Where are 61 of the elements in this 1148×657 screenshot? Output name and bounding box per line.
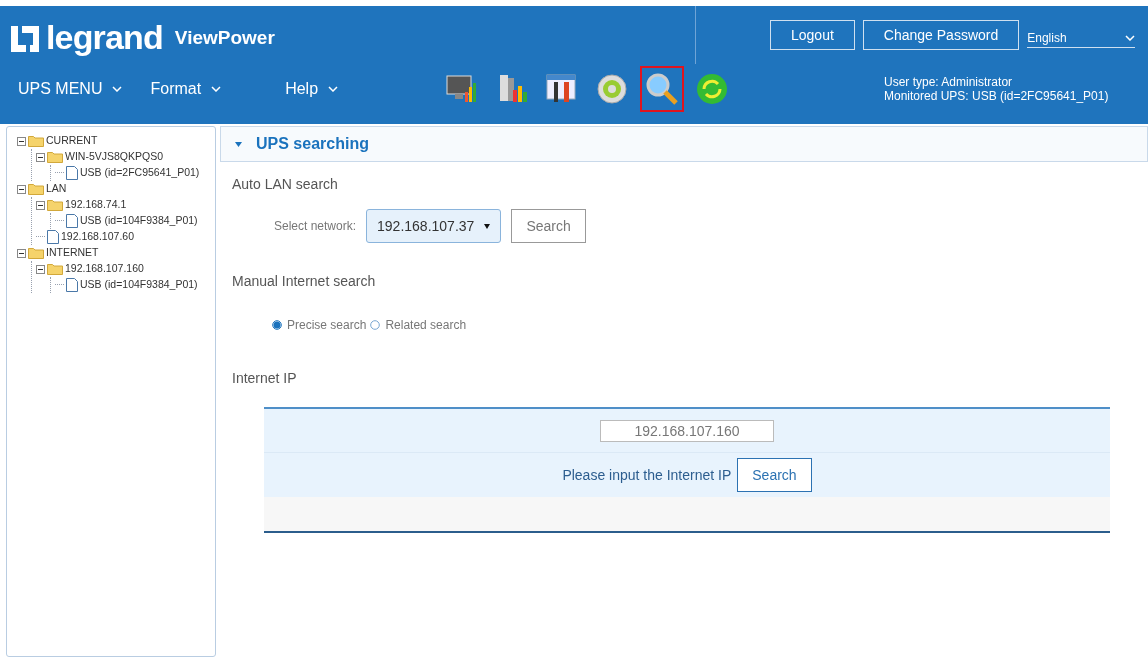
section-header[interactable]: UPS searching (220, 126, 1148, 162)
collapse-icon[interactable] (17, 184, 26, 194)
folder-icon (28, 135, 44, 147)
search-button[interactable]: Search (511, 209, 586, 243)
file-icon (66, 278, 78, 292)
tree-item[interactable]: USB (id=104F9384_P01) (80, 213, 198, 229)
menu-button[interactable]: Format (150, 77, 222, 101)
file-icon (47, 230, 59, 244)
caret-icon (484, 223, 491, 229)
collapse-icon[interactable] (17, 136, 26, 146)
language-select[interactable]: English (1027, 22, 1136, 48)
product-name: ViewPower (174, 25, 275, 50)
tree-item[interactable]: WIN-5VJS8QKPQS0 (65, 149, 164, 165)
radio-button[interactable] (370, 320, 381, 330)
user-type: User type: Administrator (884, 75, 1014, 89)
tree-item[interactable]: 192.168.74.1 (65, 197, 127, 213)
change-password-button[interactable]: Change Password (862, 20, 1020, 50)
section-title: UPS searching (256, 134, 369, 154)
chevron-icon (1125, 34, 1136, 41)
collapse-icon[interactable] (36, 200, 45, 210)
collapse-icon[interactable] (17, 248, 26, 258)
collapse-icon[interactable] (36, 264, 45, 274)
chevron-icon (211, 86, 222, 92)
monitored-ups: Monitored UPS: USB (id=2FC95641_P01) (884, 89, 1109, 103)
chevron-icon (328, 86, 339, 92)
radio-option[interactable]: Precise search (272, 316, 367, 334)
tree-item[interactable]: USB (id=2FC95641_P01) (80, 165, 200, 181)
logo: legrand (46, 20, 163, 54)
magnifier-icon (645, 72, 679, 106)
search-button[interactable]: Search (737, 458, 812, 492)
folder-icon (47, 199, 63, 211)
tree-item[interactable]: 192.168.107.160 (65, 261, 144, 277)
section-heading: Auto LAN search (232, 175, 339, 194)
radio-button[interactable] (272, 320, 282, 330)
folder-icon (28, 247, 44, 259)
ip-input-field[interactable]: 192.168.107.160 (600, 419, 774, 442)
section-heading: Internet IP (232, 369, 298, 388)
tree-item[interactable]: LAN (46, 181, 67, 197)
chevron-icon (112, 86, 123, 92)
tree-item[interactable]: CURRENT (46, 133, 98, 149)
menu-button[interactable]: Help (285, 77, 339, 101)
tree-item[interactable]: 192.168.107.60 (61, 229, 134, 245)
refresh-icon (695, 72, 729, 106)
ip-hint: Please input the Internet IP (562, 465, 732, 485)
tree-item[interactable]: USB (id=104F9384_P01) (80, 277, 198, 293)
field-label: Select network: (274, 218, 357, 235)
menu-button[interactable]: UPS MENU (18, 77, 123, 101)
network-select[interactable]: 192.168.107.37 (366, 209, 502, 243)
folder-icon (47, 263, 63, 275)
gear-icon (595, 72, 629, 106)
radio-option[interactable]: Related search (370, 316, 467, 334)
caret-icon (235, 141, 242, 147)
folder-icon (47, 151, 63, 163)
file-icon (66, 214, 78, 228)
logo-mark-icon (10, 24, 40, 54)
folder-icon (28, 183, 44, 195)
section-heading: Manual Internet search (232, 272, 377, 291)
collapse-icon[interactable] (36, 152, 45, 162)
tree-item[interactable]: INTERNET (46, 245, 99, 261)
file-icon (66, 166, 78, 180)
logout-button[interactable]: Logout (770, 20, 855, 50)
